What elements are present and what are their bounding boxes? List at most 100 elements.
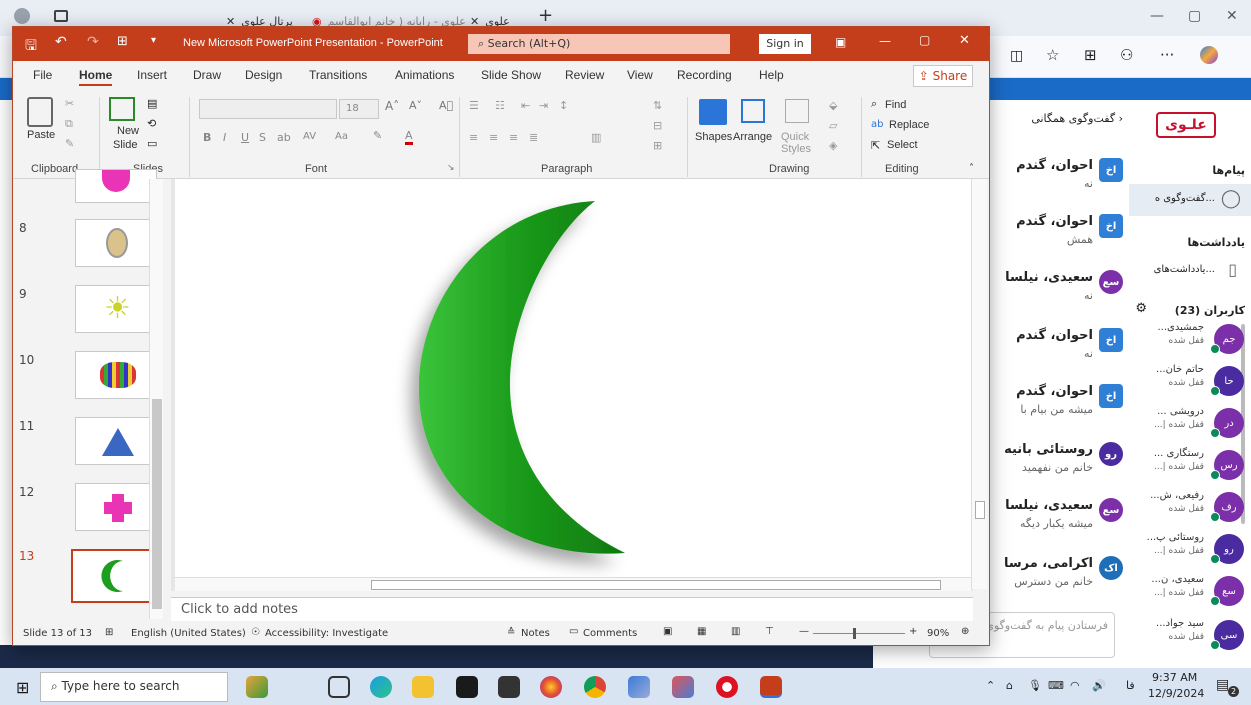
new-slide-icon[interactable] xyxy=(109,97,135,121)
user-list-item[interactable]: رف رفیعی، ش... قفل شده xyxy=(1138,486,1248,526)
slide-thumb-9[interactable]: ☀ xyxy=(75,285,157,333)
new-slide-label-2[interactable]: Slide xyxy=(113,139,137,151)
replace-icon[interactable]: ab xyxy=(871,119,883,130)
user-list-item[interactable]: حا حاتم خان... قفل شده xyxy=(1138,360,1248,400)
mic-icon[interactable]: 🎙 xyxy=(1028,679,1042,692)
slide-canvas[interactable] xyxy=(175,179,971,579)
italic-icon[interactable]: I xyxy=(223,131,226,144)
new-slide-label[interactable]: New xyxy=(117,125,139,137)
undo-icon[interactable]: ↶ xyxy=(55,34,67,50)
vertical-scrollbar[interactable] xyxy=(971,179,987,589)
zoom-slider-thumb[interactable] xyxy=(853,628,856,639)
side-notes[interactable]: ▯ یادداشت‌های... xyxy=(1129,258,1251,284)
strikethrough-icon[interactable]: S xyxy=(259,131,266,144)
cut-icon[interactable]: ✂ xyxy=(65,97,74,110)
comments-button[interactable]: Comments xyxy=(583,628,637,639)
format-painter-icon[interactable]: ✎ xyxy=(65,137,74,150)
tab-recording[interactable]: Recording xyxy=(677,68,732,82)
zoom-slider[interactable] xyxy=(813,628,905,639)
font-name-box[interactable] xyxy=(199,99,337,119)
paint3d-icon[interactable] xyxy=(628,676,650,698)
change-case-icon[interactable]: Aa xyxy=(335,131,348,142)
bold-icon[interactable]: B xyxy=(203,131,211,144)
align-center-icon[interactable]: ≡ xyxy=(489,131,498,144)
search-box[interactable]: ⌕ Search (Alt+Q) xyxy=(468,34,730,54)
tab-home[interactable]: Home xyxy=(79,68,113,86)
tab-design[interactable]: Design xyxy=(245,68,282,82)
split-screen-icon[interactable]: ◫ xyxy=(1010,48,1023,64)
layout-icon[interactable]: ▤ xyxy=(147,97,157,110)
favorites-icon[interactable]: ☆ xyxy=(1046,46,1059,64)
network-icon[interactable]: ⌂ xyxy=(1006,679,1013,692)
spellcheck-icon[interactable]: ⊞ xyxy=(105,627,113,638)
close-icon[interactable]: ✕ xyxy=(959,33,970,48)
reset-icon[interactable]: ⟲ xyxy=(147,117,156,130)
highlight-icon[interactable]: ✎ xyxy=(373,129,382,142)
user-list-item[interactable]: رو روستائی پ... قفل شده |... xyxy=(1138,528,1248,568)
keyboard-icon[interactable]: ⌨ xyxy=(1048,679,1064,692)
find-button[interactable]: Find xyxy=(885,99,906,111)
minimize-icon[interactable]: — xyxy=(879,34,891,48)
font-color-icon[interactable]: A xyxy=(405,129,413,145)
extensions-icon[interactable]: ⚇ xyxy=(1120,46,1133,64)
font-size-box[interactable]: 18 xyxy=(339,99,379,119)
zoom-level[interactable]: 90% xyxy=(927,628,949,639)
edge-icon[interactable] xyxy=(370,676,392,698)
user-list-item[interactable]: در درویشی ... قفل شده |... xyxy=(1138,402,1248,442)
lms-logo[interactable]: علـوی xyxy=(1156,112,1216,138)
slide-sorter-icon[interactable]: ▦ xyxy=(697,626,706,637)
record-app-icon[interactable] xyxy=(716,676,738,698)
shape-effects-icon[interactable]: ◈ xyxy=(829,139,837,152)
tab-transitions[interactable]: Transitions xyxy=(309,68,367,82)
chrome-icon[interactable] xyxy=(584,676,606,698)
store-icon[interactable] xyxy=(456,676,478,698)
fit-slide-icon[interactable]: ⊕ xyxy=(961,626,969,637)
replace-button[interactable]: Replace xyxy=(889,119,929,131)
shapes-label[interactable]: Shapes xyxy=(695,131,732,143)
paste-icon[interactable] xyxy=(27,97,53,127)
hscroll-thumb[interactable] xyxy=(371,580,941,590)
powerpoint-taskbar-icon[interactable] xyxy=(760,676,782,698)
mail-icon[interactable] xyxy=(498,676,520,698)
decrease-indent-icon[interactable]: ⇤ xyxy=(521,99,530,112)
user-list-item[interactable]: سع سعیدی، ن... قفل شده |... xyxy=(1138,570,1248,610)
close-window-icon[interactable]: ✕ xyxy=(1226,8,1238,24)
user-list-item[interactable]: رس رستگاری ... قفل شده |... xyxy=(1138,444,1248,484)
decrease-font-icon[interactable]: A˅ xyxy=(409,99,422,112)
underline-icon[interactable]: U xyxy=(241,131,249,144)
slide-thumb-8[interactable] xyxy=(75,219,157,267)
zoom-out-icon[interactable]: — xyxy=(799,626,809,637)
increase-indent-icon[interactable]: ⇥ xyxy=(539,99,548,112)
taskbar-search[interactable]: ⌕ Type here to search xyxy=(40,672,228,702)
tab-slide-show[interactable]: Slide Show xyxy=(481,68,541,82)
shadow-icon[interactable]: ab xyxy=(277,131,291,144)
paste-label[interactable]: Paste xyxy=(27,129,55,141)
slide-thumb-10[interactable] xyxy=(75,351,157,399)
scroll-thumb[interactable] xyxy=(975,501,985,519)
workspaces-icon[interactable] xyxy=(54,10,68,22)
arrange-label[interactable]: Arrange xyxy=(733,131,772,143)
justify-icon[interactable]: ≣ xyxy=(529,131,538,144)
collections-icon[interactable]: ⊞ xyxy=(1084,46,1097,64)
quick-styles-label-2[interactable]: Styles xyxy=(781,143,811,155)
clock-date[interactable]: 12/9/2024 xyxy=(1148,687,1204,700)
crescent-moon-shape[interactable] xyxy=(175,179,971,579)
align-right-icon[interactable]: ≡ xyxy=(509,131,518,144)
tray-chevron-icon[interactable]: ⌃ xyxy=(986,679,995,692)
minimize-icon[interactable]: — xyxy=(1150,8,1164,24)
tab-animations[interactable]: Animations xyxy=(395,68,454,82)
tab-review[interactable]: Review xyxy=(565,68,604,82)
shapes-icon[interactable] xyxy=(699,99,727,125)
qat-customize-icon[interactable]: ▾ xyxy=(151,35,156,46)
slideshow-icon[interactable]: ⊤ xyxy=(765,626,774,637)
task-view-icon[interactable] xyxy=(328,676,350,698)
new-tab-button[interactable]: + xyxy=(538,5,553,26)
section-icon[interactable]: ▭ xyxy=(147,137,157,150)
clear-format-icon[interactable]: A⃠ xyxy=(439,99,453,112)
redo-icon[interactable]: ↷ xyxy=(87,34,99,50)
quick-styles-icon[interactable] xyxy=(785,99,809,123)
clock-time[interactable]: 9:37 AM xyxy=(1152,671,1197,684)
sign-in-button[interactable]: Sign in xyxy=(759,34,811,54)
wifi-icon[interactable]: ◠ xyxy=(1070,679,1080,692)
slide-thumb-13[interactable] xyxy=(71,549,161,603)
